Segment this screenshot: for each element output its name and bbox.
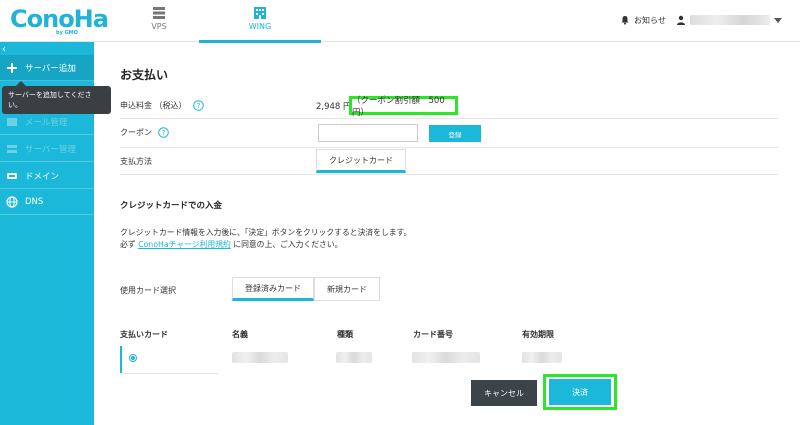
- tab-wing[interactable]: WING: [199, 0, 321, 43]
- tab-vps-label: VPS: [151, 22, 167, 31]
- tab-credit-card[interactable]: クレジットカード: [316, 149, 406, 173]
- desc-prefix: 必ず: [120, 240, 139, 249]
- coupon-discount-highlight: （クーポン割引額 500 円）: [349, 95, 458, 118]
- coupon-discount-text: （クーポン割引額 500 円）: [352, 95, 445, 118]
- sidebar-item-label: サーバー追加: [25, 63, 76, 74]
- th-card-number: カード番号: [413, 330, 453, 339]
- fee-label: 申込料金 （税込）: [120, 101, 187, 110]
- divider: [120, 174, 778, 175]
- domain-icon: [7, 172, 17, 179]
- server-icon: [7, 144, 17, 153]
- card-select-label: 使用カード選択: [120, 285, 176, 296]
- sidebar-item-add-server[interactable]: サーバー追加: [0, 55, 94, 81]
- chevron-down-icon: [774, 17, 782, 23]
- add-server-tooltip: サーバーを追加してください。: [2, 81, 111, 114]
- tab-registered-card[interactable]: 登録済みカード: [232, 277, 314, 301]
- register-coupon-button[interactable]: 登録: [429, 125, 481, 142]
- sidebar-item-domain[interactable]: ドメイン: [0, 163, 94, 189]
- sidebar-item-dns[interactable]: DNS: [0, 189, 94, 215]
- sidebar-item-label: メール管理: [25, 117, 68, 128]
- divider: [120, 147, 778, 148]
- svg-text:?: ?: [162, 129, 166, 137]
- payment-description: クレジットカード情報を入力後に、「決定」ボタンをクリックすると決済をします。 必…: [120, 227, 411, 251]
- th-holder-name: 名義: [232, 330, 248, 339]
- logo-sub: by GMO: [56, 30, 78, 36]
- top-header: ConoHa by GMO VPS WING お知らせ: [0, 0, 800, 43]
- user-icon: [677, 15, 685, 25]
- logo-text: ConoHa: [10, 5, 109, 33]
- sidebar-item-server-manage[interactable]: サーバー管理: [0, 136, 94, 162]
- help-icon[interactable]: ?: [192, 100, 204, 111]
- coupon-label: クーポン: [120, 128, 152, 137]
- charge-terms-link[interactable]: ConoHaチャージ利用規約: [138, 240, 231, 249]
- payment-method-text: 支払方法: [120, 157, 152, 166]
- username-redacted: [690, 15, 770, 25]
- confirm-highlight: 決済: [543, 374, 617, 410]
- th-card-type: 種類: [337, 330, 353, 339]
- confirm-payment-button[interactable]: 決済: [549, 379, 611, 405]
- desc-line-2: 必ず ConoHaチャージ利用規約 に同意の上、ご入力ください。: [120, 239, 411, 251]
- card-radio[interactable]: [129, 354, 137, 362]
- plus-icon: [7, 62, 17, 73]
- globe-icon: [6, 195, 18, 208]
- card-type-redacted: [336, 352, 372, 363]
- th-expiry: 有効期限: [522, 330, 554, 339]
- card-select-text: 使用カード選択: [120, 286, 176, 295]
- tab-new-card[interactable]: 新規カード: [314, 277, 380, 301]
- sidebar-item-label: サーバー管理: [25, 144, 76, 155]
- coupon-label-row: クーポン ?: [120, 127, 169, 138]
- desc-line-1: クレジットカード情報を入力後に、「決定」ボタンをクリックすると決済をします。: [120, 228, 412, 237]
- conoha-logo[interactable]: ConoHa by GMO: [10, 6, 109, 36]
- tab-wing-label: WING: [248, 22, 272, 31]
- sidebar-item-label: DNS: [25, 196, 44, 207]
- svg-text:?: ?: [196, 102, 200, 110]
- notice-link[interactable]: お知らせ: [620, 12, 666, 28]
- server-icon: [153, 7, 165, 19]
- selected-row-marker: [120, 346, 122, 374]
- fee-label-row: 申込料金 （税込） ?: [120, 100, 204, 111]
- section-title: クレジットカードでの入金: [120, 201, 223, 211]
- expiry-redacted: [522, 352, 562, 363]
- divider: [120, 118, 778, 119]
- fee-price: 2,948 円: [316, 102, 352, 112]
- coupon-input[interactable]: [318, 124, 418, 142]
- building-icon: [254, 7, 266, 19]
- card-number-redacted: [412, 352, 480, 363]
- notice-label: お知らせ: [634, 15, 666, 25]
- active-tab-indicator: [199, 40, 321, 43]
- help-icon[interactable]: ?: [158, 127, 169, 138]
- sidebar-collapse-button[interactable]: ‹: [2, 44, 6, 55]
- payment-method-label: 支払方法: [120, 156, 152, 167]
- page-title: お支払い: [120, 68, 169, 82]
- holder-name-redacted: [232, 352, 288, 363]
- sidebar-item-label: ドメイン: [25, 171, 60, 182]
- divider: [120, 373, 218, 374]
- user-menu[interactable]: [676, 12, 782, 28]
- cancel-button[interactable]: キャンセル: [471, 380, 537, 406]
- th-payment-card: 支払いカード: [120, 330, 168, 339]
- desc-suffix: に同意の上、ご入力ください。: [230, 240, 343, 249]
- bell-icon: [621, 16, 629, 25]
- mail-icon: [7, 117, 17, 126]
